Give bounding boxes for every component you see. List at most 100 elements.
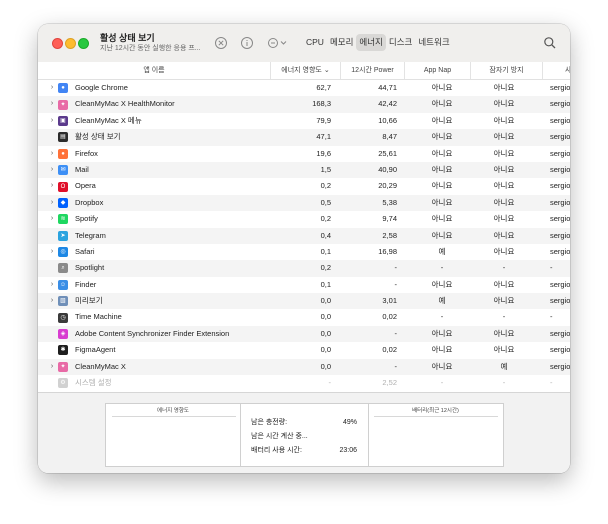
energy-impact-value: 0,5 <box>320 197 331 207</box>
battery-time-remaining-stat: 남은 시간 계산 중... <box>251 433 308 440</box>
disclosure-chevron-icon[interactable]: › <box>48 96 56 112</box>
column-header-energy-impact[interactable]: 에너지 영향도 ⌄ <box>270 62 340 79</box>
table-row[interactable]: › ● Google Chrome 62,7 44,71 아니요 아니요 sergio <box>38 80 570 96</box>
chrome-icon: ● <box>58 83 68 94</box>
app-nap-value: 아니요 <box>431 99 453 109</box>
power-12h-value: 16,98 <box>378 246 397 256</box>
info-icon[interactable] <box>239 35 255 51</box>
column-header-user[interactable]: 사 <box>542 62 570 79</box>
process-name: Dropbox <box>75 197 104 207</box>
power-12h-value: 44,71 <box>378 83 397 92</box>
tab-energy[interactable]: 에너지 <box>356 34 386 51</box>
power-12h-value: 5,38 <box>382 197 397 207</box>
process-name: Firefox <box>75 148 98 158</box>
tab-cpu[interactable]: CPU <box>303 34 327 51</box>
battery-usage-time-stat: 배터리 사용 시간: 23:06 <box>251 447 357 454</box>
column-header-prevent-sleep[interactable]: 잠자기 방지 <box>470 62 542 79</box>
prevent-sleep-value: 아니요 <box>493 345 515 355</box>
close-circle-icon[interactable] <box>213 35 229 51</box>
user-value: sergio <box>550 197 570 207</box>
prevent-sleep-value: - <box>502 312 506 322</box>
power-12h-value: - <box>394 279 398 289</box>
disclosure-chevron-icon[interactable]: › <box>48 113 56 129</box>
disclosure-chevron-icon[interactable]: › <box>48 211 56 227</box>
table-row[interactable]: › ✉ Mail 1,5 40,90 아니요 아니요 sergio <box>38 161 570 179</box>
table-row[interactable]: ◷ Time Machine 0,0 0,02 - - - <box>38 309 570 325</box>
process-name: CleanMyMac X HealthMonitor <box>75 99 175 109</box>
column-header-12h-power[interactable]: 12시간 Power <box>340 62 404 79</box>
table-row[interactable]: › ≋ Spotify 0,2 9,74 아니요 아니요 sergio <box>38 211 570 227</box>
window-subtitle: 지난 12시간 동안 실행한 응용 프... <box>100 45 201 52</box>
minimize-window-button[interactable] <box>65 38 76 49</box>
table-row[interactable]: › ● Firefox 19,6 25,61 아니요 아니요 sergio <box>38 146 570 162</box>
process-name: Spotlight <box>75 263 105 273</box>
energy-summary-panel: 에너지 영향도 남은 충전량: 49% 남은 시간 계산 중... 배터리 사용 … <box>105 403 504 467</box>
user-value: sergio <box>550 345 570 355</box>
table-row[interactable]: › ✦ CleanMyMac X 0,0 - 아니요 예 sergio <box>38 358 570 376</box>
energy-impact-value: 0,0 <box>320 345 331 355</box>
close-window-button[interactable] <box>52 38 63 49</box>
zoom-window-button[interactable] <box>78 38 89 49</box>
table-row[interactable]: › ◎ Safari 0,1 16,98 예 아니요 sergio <box>38 244 570 260</box>
spotify-icon: ≋ <box>58 214 68 225</box>
process-name: 시스템 설정 <box>75 378 112 388</box>
power-12h-value: - <box>394 328 398 338</box>
tab-memory[interactable]: 메모리 <box>327 34 356 51</box>
title-bar: 활성 상태 보기 지난 12시간 동안 실행한 응용 프... CPU 메모리 … <box>38 24 570 63</box>
disclosure-chevron-icon[interactable]: › <box>48 178 56 194</box>
battery-chart-title: 배터리(최근 12시간) <box>412 408 459 414</box>
process-name: Time Machine <box>75 312 122 322</box>
process-name: CleanMyMac X <box>75 361 126 371</box>
energy-footer: 에너지 영향도 남은 충전량: 49% 남은 시간 계산 중... 배터리 사용 … <box>38 392 570 473</box>
table-row[interactable]: ◈ Adobe Content Synchronizer Finder Exten… <box>38 325 570 343</box>
table-row[interactable]: › O Opera 0,2 20,29 아니요 아니요 sergio <box>38 178 570 194</box>
disclosure-chevron-icon[interactable]: › <box>48 244 56 260</box>
app-nap-value: 아니요 <box>431 361 453 371</box>
process-name: 활성 상태 보기 <box>75 132 121 142</box>
power-12h-value: 25,61 <box>378 148 397 158</box>
app-nap-value: 아니요 <box>431 279 453 289</box>
disclosure-chevron-icon[interactable]: › <box>48 293 56 309</box>
disclosure-chevron-icon[interactable]: › <box>48 80 56 96</box>
more-options-icon[interactable] <box>266 35 290 51</box>
cleanmymac-menu-icon: ▣ <box>58 115 68 126</box>
table-row[interactable]: ▤ 활성 상태 보기 47,1 8,47 아니요 아니요 sergio <box>38 129 570 146</box>
table-row[interactable]: › ☺ Finder 0,1 - 아니요 아니요 sergio <box>38 277 570 293</box>
disclosure-chevron-icon[interactable]: › <box>48 359 56 375</box>
user-value: - <box>550 263 553 273</box>
table-row[interactable]: › ▧ 미리보기 0,0 3,01 예 아니요 sergio <box>38 293 570 310</box>
battery-charge-stat: 남은 충전량: 49% <box>251 419 357 426</box>
table-row[interactable]: › ▣ CleanMyMac X 메뉴 79,9 10,66 아니요 아니요 sergio <box>38 113 570 129</box>
disclosure-chevron-icon[interactable]: › <box>48 146 56 162</box>
tab-network[interactable]: 네트워크 <box>415 34 452 51</box>
table-row[interactable]: › ✦ CleanMyMac X HealthMonitor 168,3 42,42 아니… <box>38 96 570 113</box>
process-name: Adobe Content Synchronizer Finder Extens… <box>75 328 230 338</box>
energy-impact-value: 0,4 <box>320 230 331 240</box>
energy-chart <box>106 418 240 466</box>
app-nap-value: 예 <box>438 296 446 306</box>
prevent-sleep-value: 아니요 <box>493 296 515 306</box>
battery-chart-baseline <box>374 416 498 417</box>
energy-impact-value: 19,6 <box>316 148 331 158</box>
column-header-app-nap[interactable]: App Nap <box>404 62 470 79</box>
table-row[interactable]: ⌕ Spotlight 0,2 - - - - <box>38 260 570 277</box>
prevent-sleep-value: 아니요 <box>493 83 515 92</box>
power-12h-value: 0,02 <box>382 312 397 322</box>
table-row[interactable]: ⚙ 시스템 설정 - 2,52 - - - <box>38 375 570 391</box>
search-icon[interactable] <box>542 35 558 51</box>
table-row[interactable]: › ◆ Dropbox 0,5 5,38 아니요 아니요 sergio <box>38 194 570 212</box>
disclosure-chevron-icon[interactable]: › <box>48 195 56 211</box>
prevent-sleep-value: 아니요 <box>493 164 515 174</box>
prevent-sleep-value: 아니요 <box>493 279 515 289</box>
prevent-sleep-value: - <box>502 378 506 388</box>
disclosure-chevron-icon[interactable]: › <box>48 162 56 178</box>
tab-disk[interactable]: 디스크 <box>386 34 415 51</box>
disclosure-chevron-icon[interactable]: › <box>48 277 56 293</box>
energy-impact-value: 0,2 <box>320 214 331 224</box>
column-header-app-name[interactable]: 앱 이름 <box>38 62 270 79</box>
table-row[interactable]: ✱ FigmaAgent 0,0 0,02 아니요 아니요 sergio <box>38 342 570 358</box>
user-value: sergio <box>550 279 570 289</box>
table-row[interactable]: ➤ Telegram 0,4 2,58 아니요 아니요 sergio <box>38 227 570 244</box>
cleanmymac-icon: ✦ <box>58 361 68 372</box>
sort-descending-icon: ⌄ <box>323 67 330 74</box>
